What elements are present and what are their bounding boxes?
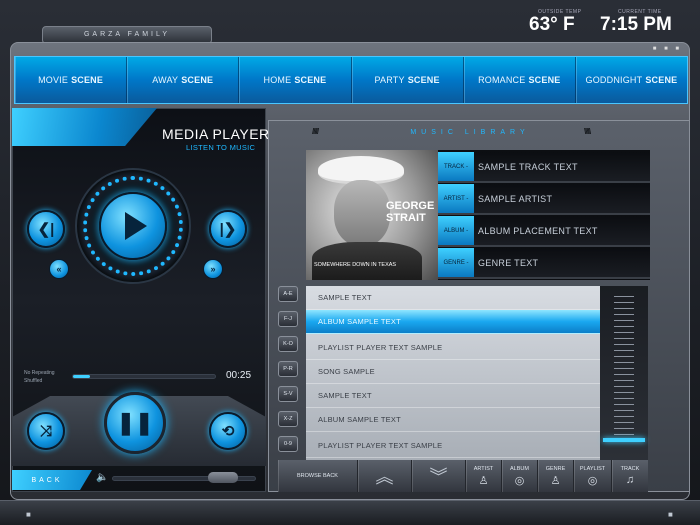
- footer-handle-right[interactable]: ■: [668, 510, 673, 519]
- filter-button-p-r[interactable]: P-R: [278, 361, 298, 377]
- play-button[interactable]: [99, 192, 167, 260]
- album-art-shirt: [312, 242, 422, 280]
- music-note-icon: ♫: [625, 474, 635, 486]
- double-chevron-down-icon: ︾: [429, 467, 448, 487]
- scrollbar-track-ticks: [614, 296, 634, 442]
- browse-genre-button[interactable]: GENRE ♙: [538, 460, 574, 492]
- fast-forward-icon: »: [210, 264, 216, 274]
- shuffle-icon: ⤨: [39, 422, 52, 440]
- playlist-disc-icon: ◎: [587, 474, 598, 487]
- browse-artist-label: ARTIST: [473, 465, 494, 472]
- current-time: 7:15 PM: [600, 14, 672, 35]
- track-list-item-selected[interactable]: ALBUM SAMPLE TEXT: [306, 310, 600, 334]
- track-list: SAMPLE TEXT ALBUM SAMPLE TEXT PLAYLIST P…: [306, 286, 600, 460]
- track-list-item[interactable]: PLAYLIST PLAYER TEXT SAMPLE: [306, 434, 600, 458]
- music-library-title: MUSIC LIBRARY: [410, 129, 530, 136]
- scrollbar-thumb[interactable]: [603, 438, 645, 442]
- track-progress-fill: [73, 375, 91, 378]
- footer-handle-left[interactable]: ■: [26, 510, 31, 519]
- disc-icon: ◎: [514, 474, 525, 487]
- shuffle-status: Shuffled: [24, 378, 43, 384]
- volume-slider-knob[interactable]: [208, 472, 238, 483]
- scene-button-away[interactable]: AWAY SCENE: [127, 57, 240, 103]
- track-list-item[interactable]: SONG SAMPLE: [306, 360, 600, 384]
- track-list-item[interactable]: SAMPLE TEXT: [306, 384, 600, 408]
- browse-back-label: BROWSE BACK: [297, 473, 338, 479]
- meta-row-artist: ARTIST - SAMPLE ARTIST: [438, 184, 650, 215]
- scene-bar: MOVIE SCENE AWAY SCENE HOME SCENE PARTY SCEN…: [14, 56, 688, 104]
- browse-album-button[interactable]: ALBUM ◎: [502, 460, 538, 492]
- page-up-button[interactable]: ︽: [358, 460, 412, 492]
- back-button[interactable]: BACK: [12, 470, 92, 490]
- double-chevron-up-icon: ︽: [375, 467, 394, 487]
- filter-button-a-e[interactable]: A-E: [278, 286, 298, 302]
- library-toolbar: BROWSE BACK ︽ ︾ ARTIST ♙ ALBUM ◎ GENRE ♙…: [278, 460, 648, 492]
- scene-button-party[interactable]: PARTY SCENE: [352, 57, 464, 103]
- footer-bar: [0, 500, 700, 525]
- meta-tag-track: TRACK -: [438, 152, 474, 181]
- time-elapsed: 00:25: [226, 370, 252, 381]
- page-down-button[interactable]: ︾: [412, 460, 466, 492]
- meta-value-track: SAMPLE TRACK TEXT: [478, 161, 578, 172]
- filter-button-k-o[interactable]: K-O: [278, 336, 298, 352]
- artist-icon: ♙: [478, 474, 489, 487]
- track-progress-bar[interactable]: [72, 374, 216, 379]
- genre-icon: ♙: [550, 474, 561, 487]
- media-player-subtitle: LISTEN TO MUSIC: [186, 143, 256, 152]
- meta-row-album: ALBUM - ALBUM PLACEMENT TEXT: [438, 216, 650, 247]
- meta-row-track: TRACK - SAMPLE TRACK TEXT: [438, 152, 650, 183]
- rewind-icon: «: [56, 264, 62, 274]
- shuffle-button[interactable]: ⤨: [27, 412, 65, 450]
- album-art: GEORGE STRAIT SOMEWHERE DOWN IN TEXAS: [306, 150, 438, 280]
- meta-value-artist: SAMPLE ARTIST: [478, 193, 553, 204]
- album-art-artist: GEORGE STRAIT: [386, 200, 435, 224]
- browse-album-label: ALBUM: [510, 465, 529, 472]
- meta-row-genre: GENRE - GENRE TEXT: [438, 248, 650, 279]
- library-header-decoration-right: \\\\\: [584, 127, 591, 136]
- play-icon: [125, 212, 147, 240]
- now-playing-info: TRACK - SAMPLE TRACK TEXT ARTIST - SAMPL…: [438, 150, 650, 280]
- filter-button-s-v[interactable]: S-V: [278, 386, 298, 402]
- skip-forward-icon: |❯: [219, 221, 237, 238]
- previous-track-button[interactable]: ❮|: [27, 210, 65, 248]
- filter-button-x-z[interactable]: X-Z: [278, 411, 298, 427]
- album-art-title: SOMEWHERE DOWN IN TEXAS: [314, 262, 397, 268]
- meta-tag-album: ALBUM -: [438, 216, 474, 245]
- next-track-button[interactable]: |❯: [209, 210, 247, 248]
- pause-button[interactable]: ❚❚: [104, 392, 166, 454]
- meta-tag-genre: GENRE -: [438, 248, 474, 277]
- skip-back-icon: ❮|: [37, 221, 55, 238]
- outside-temp: 63° F: [529, 14, 575, 35]
- browse-back-button[interactable]: BROWSE BACK: [278, 460, 358, 492]
- repeat-status: No Repeating: [24, 370, 55, 376]
- scene-button-goodnight[interactable]: GODDNIGHT SCENE: [576, 57, 687, 103]
- meta-tag-artist: ARTIST -: [438, 184, 474, 213]
- browse-playlist-button[interactable]: PLAYLIST ◎: [574, 460, 612, 492]
- media-player-title: MEDIA PLAYER: [162, 126, 270, 142]
- volume-icon: 🔈: [96, 472, 109, 483]
- meta-value-genre: GENRE TEXT: [478, 257, 539, 268]
- pause-icon: ❚❚: [116, 410, 154, 435]
- browse-playlist-label: PLAYLIST: [579, 465, 606, 472]
- track-list-item[interactable]: ALBUM SAMPLE TEXT: [306, 408, 600, 432]
- scene-button-romance[interactable]: ROMANCE SCENE: [464, 57, 576, 103]
- browse-genre-label: GENRE: [545, 465, 566, 472]
- track-list-item[interactable]: SAMPLE TEXT: [306, 286, 600, 310]
- track-list-item[interactable]: PLAYLIST PLAYER TEXT SAMPLE: [306, 336, 600, 360]
- browse-track-button[interactable]: TRACK ♫: [612, 460, 648, 492]
- meta-value-album: ALBUM PLACEMENT TEXT: [478, 225, 598, 236]
- repeat-button[interactable]: ⟲: [209, 412, 247, 450]
- filter-button-f-j[interactable]: F-J: [278, 311, 298, 327]
- scene-button-movie[interactable]: MOVIE SCENE: [15, 57, 128, 103]
- library-header-decoration-left: /////: [312, 127, 319, 136]
- window-controls[interactable]: ■ ■ ■: [653, 46, 682, 52]
- filter-button-0-9[interactable]: 0-9: [278, 436, 298, 452]
- repeat-icon: ⟲: [221, 423, 235, 440]
- fast-forward-button[interactable]: »: [203, 259, 223, 279]
- browse-track-label: TRACK: [620, 466, 640, 472]
- rewind-button[interactable]: «: [49, 259, 69, 279]
- browse-artist-button[interactable]: ARTIST ♙: [466, 460, 502, 492]
- album-art-face: [334, 180, 390, 246]
- scene-button-home[interactable]: HOME SCENE: [239, 57, 352, 103]
